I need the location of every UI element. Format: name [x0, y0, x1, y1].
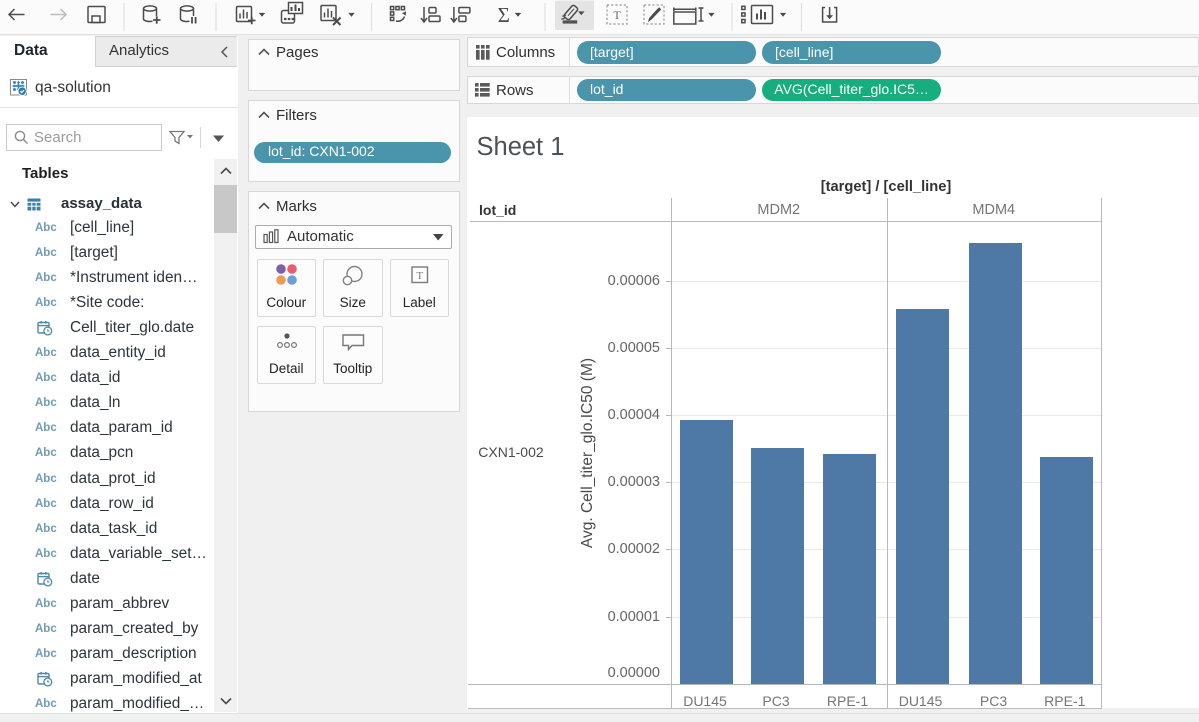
- svg-text:T: T: [613, 8, 621, 22]
- svg-text:Σ: Σ: [498, 3, 510, 27]
- svg-text:T: T: [416, 270, 423, 282]
